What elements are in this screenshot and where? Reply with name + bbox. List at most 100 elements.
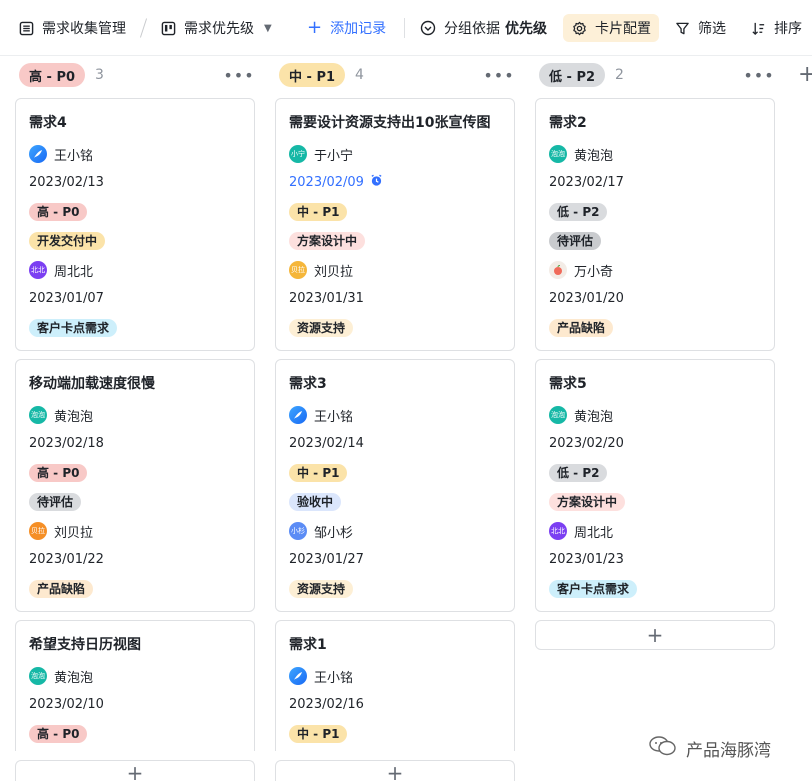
view-switcher[interactable]: 需求优先级 ▼ (160, 14, 272, 42)
date-field: 2023/02/14 (289, 435, 501, 464)
sort-icon (750, 20, 766, 36)
watermark-text: 产品海豚湾 (686, 741, 771, 761)
card-config-label: 卡片配置 (595, 21, 651, 37)
person-name: 黄泡泡 (54, 670, 94, 686)
due-date-text: 2023/02/10 (29, 697, 104, 712)
created-date-field: 2023/01/31 (289, 290, 501, 319)
group-by-label: 分组依据 (444, 21, 500, 37)
owner-field: 王小铭 (29, 145, 241, 174)
column-header-p1[interactable]: 中 - P1 4 (279, 62, 364, 88)
type-tag: 客户卡点需求 (29, 319, 118, 337)
status-tag: 验收中 (289, 493, 342, 511)
card-config-button[interactable]: 卡片配置 (563, 14, 659, 42)
due-date-text: 2023/02/16 (289, 697, 364, 712)
priority-tag: 高 - P0 (29, 725, 88, 743)
person-chip: 小杉 邹小杉 (289, 522, 353, 541)
created-date: 2023/01/20 (549, 291, 624, 306)
type-tag: 资源支持 (289, 319, 354, 337)
due-date: 2023/02/18 (29, 435, 104, 453)
more-icon[interactable]: ••• (483, 62, 513, 88)
person-name: 刘贝拉 (314, 264, 354, 280)
avatar: 小宁 (289, 145, 307, 163)
priority-field: 高 - P0 (29, 203, 241, 232)
column-count: 2 (615, 67, 624, 83)
kanban-card[interactable]: 需求5 泡泡 黄泡泡 2023/02/20 低 - P2 方案设计中 北北 周北北 2023/0… (535, 359, 775, 612)
column-header-p2[interactable]: 低 - P2 2 (539, 62, 624, 88)
avatar: 北北 (29, 261, 47, 279)
table-name-button[interactable]: 需求收集管理 (18, 14, 126, 42)
created-date: 2023/01/23 (549, 552, 624, 567)
table-name-label: 需求收集管理 (42, 21, 126, 37)
priority-field: 低 - P2 (549, 203, 761, 232)
person-chip: 王小铭 (289, 406, 354, 425)
priority-field: 中 - P1 (289, 464, 501, 493)
due-date: 2023/02/14 (289, 435, 364, 453)
person-chip: 北北 周北北 (549, 522, 614, 541)
column-header-p0[interactable]: 高 - P0 3 (19, 62, 104, 88)
card-title: 需求1 (289, 637, 327, 653)
due-date-text: 2023/02/17 (549, 175, 624, 190)
column-tag: 高 - P0 (19, 63, 86, 87)
due-date: 2023/02/16 (289, 696, 364, 714)
add-group-icon[interactable]: + (798, 62, 812, 88)
status-field: 待评估 (29, 493, 241, 522)
priority-field: 高 - P0 (29, 464, 241, 493)
more-icon[interactable]: ••• (743, 62, 773, 88)
type-field: 资源支持 (289, 319, 501, 348)
due-date: 2023/02/20 (549, 435, 624, 453)
card-title: 需求5 (549, 376, 587, 392)
filter-button[interactable]: 筛选 (674, 14, 726, 42)
plus-icon: + (126, 761, 144, 781)
created-date: 2023/01/07 (29, 291, 104, 306)
group-by-value: 优先级 (505, 21, 547, 37)
person-chip: 北北 周北北 (29, 261, 94, 280)
feather-avatar-icon (29, 145, 47, 163)
column-tag: 低 - P2 (539, 63, 606, 87)
status-field: 方案设计中 (549, 493, 761, 522)
person-name: 王小铭 (54, 148, 94, 164)
add-card-button[interactable]: + (535, 620, 775, 650)
submitter-field: 北北 周北北 (549, 522, 761, 551)
kanban-card[interactable]: 需求3 王小铭 2023/02/14 中 - P1 验收中小杉 邹小杉 2023/01/27… (275, 359, 515, 612)
created-date-field: 2023/01/27 (289, 551, 501, 580)
sort-button[interactable]: 排序 (750, 14, 802, 42)
status-field: 方案设计中 (289, 232, 501, 261)
person-name: 周北北 (574, 525, 614, 541)
due-date-text: 2023/02/13 (29, 175, 104, 190)
more-icon[interactable]: ••• (223, 62, 253, 88)
status-field: 待评估 (549, 232, 761, 261)
kanban-card[interactable]: 需要设计资源支持出10张宣传图 小宁 于小宁 2023/02/09 中 - P1 方案设计… (275, 98, 515, 351)
kanban-card[interactable]: 需求4 王小铭 2023/02/13 高 - P0 开发交付中 北北 周北北 2023/01/… (15, 98, 255, 351)
status-tag: 方案设计中 (549, 493, 626, 511)
person-name: 王小铭 (314, 409, 354, 425)
date-field: 2023/02/17 (549, 174, 761, 203)
kanban-card[interactable]: 需求1 王小铭 2023/02/16 中 - P1 (275, 620, 515, 751)
owner-field: 王小铭 (289, 406, 501, 435)
add-record-button[interactable]: + 添加记录 (307, 14, 386, 42)
kanban-card[interactable]: 移动端加载速度很慢 泡泡 黄泡泡 2023/02/18 高 - P0 待评估 贝拉 刘贝拉 20… (15, 359, 255, 612)
person-chip: 泡泡 黄泡泡 (549, 406, 613, 425)
type-field: 产品缺陷 (549, 319, 761, 348)
feather-avatar-icon (289, 406, 307, 424)
person-chip: 小宁 于小宁 (289, 145, 353, 164)
created-date: 2023/01/27 (289, 552, 364, 567)
kanban-card[interactable]: 希望支持日历视图 泡泡 黄泡泡 2023/02/10 高 - P0 (15, 620, 255, 751)
add-card-button[interactable]: + (15, 760, 255, 781)
type-field: 客户卡点需求 (549, 580, 761, 609)
add-card-button[interactable]: + (275, 760, 515, 781)
avatar: 泡泡 (29, 667, 47, 685)
group-by-button[interactable]: 分组依据 优先级 (420, 14, 547, 42)
priority-tag: 中 - P1 (289, 203, 348, 221)
kanban-card[interactable]: 需求2 泡泡 黄泡泡 2023/02/17 低 - P2 待评估 万小奇 2023/01/20… (535, 98, 775, 351)
type-tag: 产品缺陷 (549, 319, 614, 337)
person-chip: 贝拉 刘贝拉 (289, 261, 354, 280)
group-icon (420, 20, 436, 36)
feather-avatar-icon (289, 667, 307, 685)
card-title: 需求3 (289, 376, 327, 392)
owner-field: 泡泡 黄泡泡 (549, 406, 761, 435)
avatar: 小杉 (289, 522, 307, 540)
status-field: 验收中 (289, 493, 501, 522)
person-name: 周北北 (54, 264, 94, 280)
submitter-field: 北北 周北北 (29, 261, 241, 290)
created-date-field: 2023/01/07 (29, 290, 241, 319)
